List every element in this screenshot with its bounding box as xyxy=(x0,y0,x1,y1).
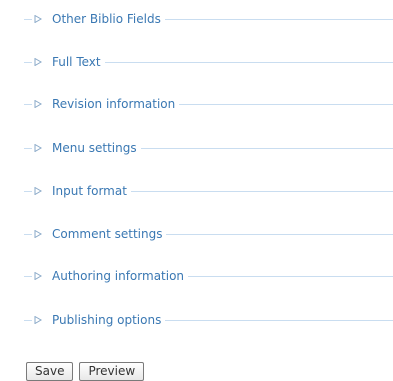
fieldset-label: Comment settings xyxy=(52,227,163,241)
fieldset-toggle-other-biblio-fields[interactable]: Other Biblio Fields xyxy=(32,9,165,29)
fieldset-input-format: Input format xyxy=(24,181,393,201)
fieldset-publishing-options: Publishing options xyxy=(24,310,393,330)
fieldset-toggle-full-text[interactable]: Full Text xyxy=(32,52,105,72)
fieldset-other-biblio-fields: Other Biblio Fields xyxy=(24,9,393,29)
fieldset-comment-settings: Comment settings xyxy=(24,224,393,244)
fieldset-label: Full Text xyxy=(52,55,101,69)
fieldset-label: Menu settings xyxy=(52,141,137,155)
fieldset-full-text: Full Text xyxy=(24,52,393,72)
fieldset-toggle-comment-settings[interactable]: Comment settings xyxy=(32,224,167,244)
fieldset-menu-settings: Menu settings xyxy=(24,138,393,158)
fieldset-toggle-revision-information[interactable]: Revision information xyxy=(32,94,180,114)
fieldset-toggle-authoring-information[interactable]: Authoring information xyxy=(32,266,189,286)
fieldset-revision-information: Revision information xyxy=(24,94,393,114)
fieldset-toggle-publishing-options[interactable]: Publishing options xyxy=(32,310,166,330)
fieldset-label: Input format xyxy=(52,184,127,198)
fieldset-toggle-menu-settings[interactable]: Menu settings xyxy=(32,138,141,158)
preview-button[interactable]: Preview xyxy=(79,362,145,381)
fieldset-label: Publishing options xyxy=(52,313,162,327)
fieldset-label: Other Biblio Fields xyxy=(52,12,161,26)
fieldset-label: Authoring information xyxy=(52,269,185,283)
form-actions: Save Preview xyxy=(26,362,145,381)
fieldset-toggle-input-format[interactable]: Input format xyxy=(32,181,131,201)
fieldset-label: Revision information xyxy=(52,97,176,111)
save-button[interactable]: Save xyxy=(26,362,74,381)
fieldset-authoring-information: Authoring information xyxy=(24,266,393,286)
